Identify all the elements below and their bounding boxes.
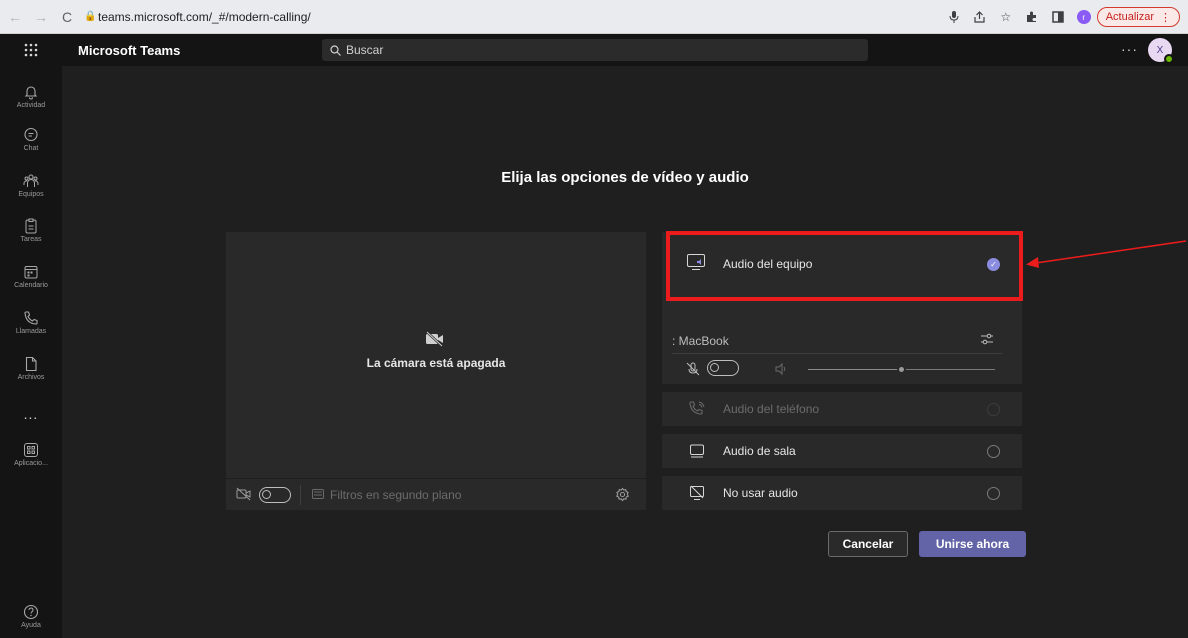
toggle-knob [262,490,271,499]
app-launcher-icon[interactable] [0,34,62,66]
device-name[interactable]: : MacBook [672,334,729,348]
volume-slider-thumb[interactable] [896,365,906,374]
rail-item-files[interactable]: Archivos [0,346,62,390]
rail-item-chat[interactable]: Chat [0,117,62,161]
speaker-icon [775,362,786,376]
room-audio-icon [690,444,704,458]
phone-audio-radio[interactable] [987,403,1000,416]
volume-slider-fill [808,369,902,370]
reload-icon[interactable]: C [56,6,78,28]
no-audio-icon [690,485,704,500]
app-rail: Actividad Chat Equipos Tareas Calendario… [0,66,62,638]
share-icon[interactable] [967,6,993,28]
gear-icon[interactable] [615,487,630,502]
join-now-button[interactable]: Unirse ahora [919,531,1026,557]
teams-icon [23,174,39,187]
annotation-highlight-box [666,231,1023,301]
rail-item-more[interactable]: ... [0,392,62,436]
cancel-button[interactable]: Cancelar [828,531,908,557]
divider [300,485,301,505]
phone-audio-option[interactable]: Audio del teléfono [662,392,1022,426]
phone-audio-icon [689,401,705,415]
rail-label: Chat [23,144,39,152]
extensions-icon[interactable] [1019,6,1045,28]
device-settings-icon[interactable] [980,332,994,346]
rail-label: Calendario [14,281,48,289]
rail-item-activity[interactable]: Actividad [0,74,62,118]
bell-icon [24,85,38,99]
video-preview: La cámara está apagada [226,232,646,510]
video-controls-bar: Filtros en segundo plano [226,478,646,510]
divider [672,353,1002,354]
volume-slider[interactable] [808,365,995,374]
rail-item-tasks[interactable]: Tareas [0,208,62,252]
more-options-icon[interactable]: ··· [1121,41,1138,57]
no-audio-option[interactable]: No usar audio [662,476,1022,510]
room-audio-radio[interactable] [987,445,1000,458]
kebab-menu-icon: ⋮ [1160,11,1171,24]
main-content: Elija las opciones de vídeo y audio La c… [62,66,1188,638]
rail-item-apps[interactable]: Aplicacio... [0,432,62,476]
room-audio-label: Audio de sala [723,444,796,458]
lock-icon: 🔒 [84,11,97,22]
rail-label: Ayuda [21,621,41,629]
back-icon[interactable]: ← [4,6,26,28]
search-icon [330,44,341,56]
no-audio-radio[interactable] [987,487,1000,500]
phone-icon [24,310,38,325]
help-icon [23,604,39,619]
file-icon [25,356,37,371]
browser-toolbar: ← → C 🔒 teams.microsoft.com/_#/modern-ca… [0,0,1188,34]
teams-header: Microsoft Teams Buscar ··· X [0,34,1188,66]
profile-initial: r [1082,12,1086,22]
update-label: Actualizar [1105,11,1154,23]
profile-avatar[interactable]: r [1076,10,1091,24]
microphone-off-icon [686,362,700,376]
background-filters-label[interactable]: Filtros en segundo plano [330,488,461,502]
camera-off-icon [426,331,443,347]
rail-item-help[interactable]: Ayuda [0,594,62,638]
no-audio-label: No usar audio [723,486,798,500]
more-icon: ... [23,406,39,422]
background-filter-icon [312,489,324,499]
camera-toggle-icon [236,487,251,501]
user-avatar[interactable]: X [1148,38,1174,64]
room-audio-option[interactable]: Audio de sala [662,434,1022,468]
search-placeholder: Buscar [346,43,384,57]
page-title: Elija las opciones de vídeo y audio [501,169,749,186]
sidepanel-icon[interactable] [1045,6,1071,28]
rail-label: Actividad [16,101,46,109]
microphone-icon[interactable] [941,6,967,28]
calendar-icon [24,265,38,278]
rail-label: Tareas [20,235,42,243]
url-text: teams.microsoft.com/_#/modern-calling/ [98,9,311,24]
rail-label: Aplicacio... [14,459,48,467]
camera-off-text: La cámara está apagada [366,356,506,370]
forward-icon[interactable]: → [30,6,52,28]
apps-icon [24,442,38,457]
annotation-arrow-icon [1026,240,1187,268]
presence-status-icon [1164,54,1174,64]
chat-icon [24,127,38,141]
microphone-toggle[interactable] [707,360,739,376]
app-title: Microsoft Teams [78,42,181,58]
phone-audio-label: Audio del teléfono [723,402,820,416]
rail-item-calls[interactable]: Llamadas [0,300,62,344]
avatar-initial: X [1156,44,1164,56]
rail-label: Llamadas [15,327,47,335]
address-bar[interactable]: 🔒 teams.microsoft.com/_#/modern-calling/ [84,6,311,28]
tasks-icon [25,218,37,233]
rail-label: Equipos [18,190,44,198]
rail-item-calendar[interactable]: Calendario [0,254,62,298]
toggle-knob [710,363,719,372]
update-button[interactable]: Actualizar ⋮ [1096,7,1180,27]
star-icon[interactable]: ☆ [993,6,1019,28]
camera-toggle[interactable] [259,487,291,503]
rail-item-teams[interactable]: Equipos [0,163,62,207]
search-input[interactable]: Buscar [322,39,868,61]
rail-label: Archivos [17,373,45,381]
